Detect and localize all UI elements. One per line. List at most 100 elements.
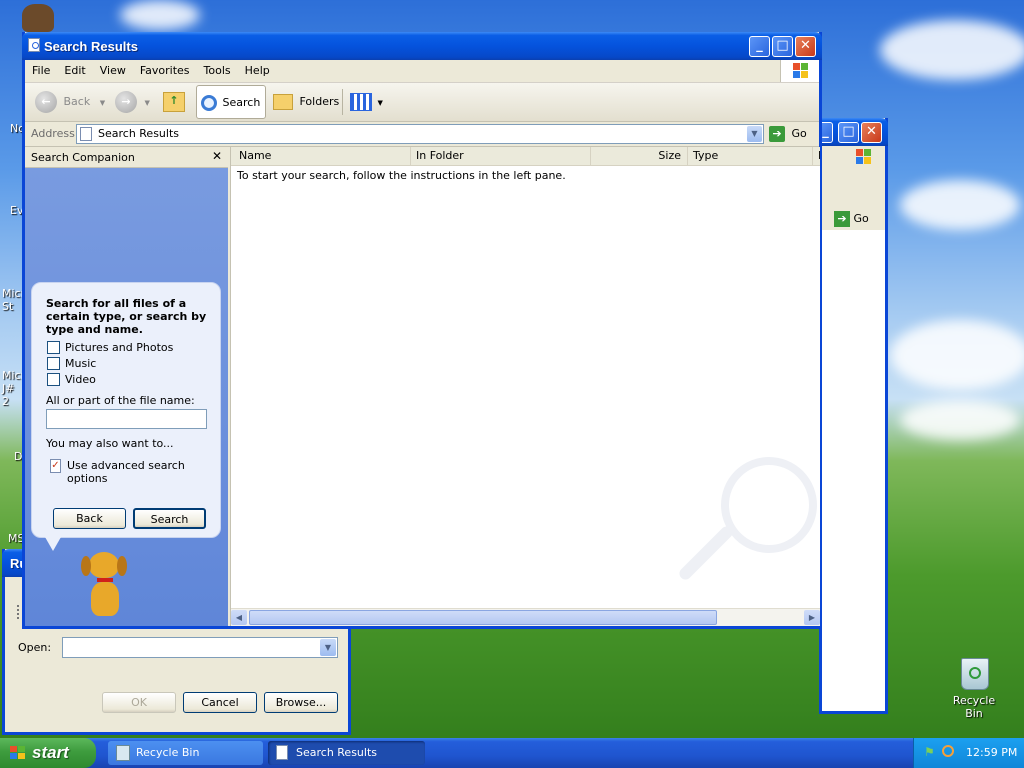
start-label: start (32, 743, 69, 762)
results-message: To start your search, follow the instruc… (237, 169, 566, 182)
column-name[interactable]: Name (231, 147, 411, 165)
scroll-left-button[interactable]: ◀ (231, 610, 247, 625)
search-label: Search (222, 96, 261, 109)
go-label: Go (791, 127, 807, 140)
back-label: Back (63, 95, 91, 108)
companion-back-button[interactable]: Back (53, 508, 126, 529)
column-date-partial[interactable]: D (813, 147, 820, 165)
address-label: Address (31, 127, 75, 140)
column-in-folder[interactable]: In Folder (411, 147, 591, 165)
search-assistant-dog[interactable] (77, 550, 133, 620)
menu-help[interactable]: Help (238, 60, 277, 82)
folders-icon (273, 94, 293, 110)
recycle-bin-icon (961, 658, 989, 690)
checkbox-pictures[interactable] (47, 341, 60, 354)
taskbar-item-label: Recycle Bin (136, 746, 200, 759)
window-titlebar[interactable]: Search Results _ □ ✕ (22, 32, 822, 60)
network-icon[interactable]: ⚑ (924, 745, 938, 759)
recycle-bin-icon (116, 745, 130, 761)
open-combobox[interactable]: ▼ (62, 637, 338, 658)
scroll-thumb[interactable] (249, 610, 717, 625)
recycle-bin-desktop-icon[interactable]: Recycle Bin (944, 656, 1004, 720)
magnifier-watermark-icon (721, 457, 817, 553)
background-window[interactable]: _ □ ✕ ➔ Go (819, 118, 888, 714)
background-window-titlebar[interactable]: _ □ ✕ (819, 118, 888, 146)
advanced-search-link[interactable]: Use advanced search options (67, 459, 187, 485)
clock[interactable]: 12:59 PM (966, 746, 1017, 759)
checkbox-video[interactable] (47, 373, 60, 386)
views-icon (350, 93, 372, 111)
go-button[interactable]: ➔ Go (834, 210, 869, 228)
up-folder-button[interactable]: ↑ (163, 88, 185, 116)
start-button[interactable]: start (0, 738, 96, 768)
close-button[interactable]: ✕ (795, 36, 816, 57)
go-button[interactable]: ➔ Go (769, 125, 807, 143)
checkbox-pictures-label[interactable]: Pictures and Photos (65, 341, 173, 354)
close-button[interactable]: ✕ (861, 122, 882, 143)
chevron-down-icon: ▼ (99, 99, 106, 107)
folders-label: Folders (299, 95, 340, 108)
column-type[interactable]: Type (688, 147, 813, 165)
browse-button[interactable]: Browse... (264, 692, 338, 713)
menu-view[interactable]: View (93, 60, 133, 82)
search-prompt: Search for all files of a certain type, … (46, 297, 207, 336)
search-companion-pane: Search Companion ✕ Search for all files … (25, 147, 228, 626)
companion-search-button[interactable]: Search (133, 508, 206, 529)
also-label: You may also want to... (46, 437, 174, 450)
magnifier-icon (201, 95, 217, 111)
minimize-button[interactable]: _ (749, 36, 770, 57)
search-tray-icon[interactable] (942, 745, 954, 757)
taskbar-item-search-results[interactable]: Search Results (268, 741, 425, 765)
address-combobox[interactable]: Search Results ▼ (76, 124, 764, 144)
cancel-button[interactable]: Cancel (183, 692, 257, 713)
windows-logo-icon (780, 60, 819, 82)
close-pane-icon[interactable]: ✕ (212, 149, 222, 163)
forward-button[interactable]: → ▼ (115, 88, 150, 116)
search-toolbar-button[interactable]: Search (196, 85, 266, 119)
menu-favorites[interactable]: Favorites (133, 60, 197, 82)
balloon-tail (45, 537, 61, 551)
address-bar: Address Search Results ▼ ➔ Go (25, 122, 819, 147)
folders-button[interactable]: Folders (273, 88, 339, 116)
system-tray: ⚑ 12:59 PM (913, 738, 1024, 768)
maximize-button[interactable]: □ (838, 122, 859, 143)
standard-toolbar: ← Back ▼ → ▼ ↑ Search Folders ▼ (25, 83, 819, 122)
address-value: Search Results (98, 127, 180, 140)
results-pane: Name In Folder Size Type D To start your… (230, 147, 820, 626)
menu-tools[interactable]: Tools (197, 60, 238, 82)
scroll-right-button[interactable]: ▶ (804, 610, 820, 625)
back-button[interactable]: ← Back ▼ (35, 88, 105, 116)
go-arrow-icon: ➔ (834, 211, 850, 227)
search-companion-header: Search Companion ✕ (25, 147, 228, 168)
checkbox-video-label[interactable]: Video (65, 373, 96, 386)
menu-bar: File Edit View Favorites Tools Help (25, 60, 819, 83)
windows-logo-icon (856, 149, 872, 165)
search-balloon: Search for all files of a certain type, … (31, 282, 221, 538)
desktop-icon-partial[interactable] (22, 4, 54, 32)
menu-edit[interactable]: Edit (57, 60, 92, 82)
views-button[interactable]: ▼ (350, 88, 383, 116)
open-input[interactable] (63, 638, 319, 656)
open-label: Open: (18, 641, 52, 654)
toolbar-separator (342, 89, 343, 115)
desktop-label[interactable]: Micr St (2, 287, 25, 313)
taskbar-item-recycle-bin[interactable]: Recycle Bin (108, 741, 263, 765)
desktop-label[interactable]: Micr J# 2 (2, 369, 25, 408)
advanced-search-icon[interactable]: ✓ (50, 459, 61, 473)
checkbox-music-label[interactable]: Music (65, 357, 96, 370)
horizontal-scrollbar[interactable]: ◀ ▶ (231, 608, 820, 626)
ok-button[interactable]: OK (102, 692, 176, 713)
search-window-icon (28, 38, 40, 52)
menu-file[interactable]: File (25, 60, 57, 82)
search-results-icon (276, 745, 288, 760)
column-size[interactable]: Size (591, 147, 688, 165)
recycle-bin-label: Recycle Bin (952, 694, 996, 720)
dropdown-arrow-icon[interactable]: ▼ (320, 639, 336, 656)
up-folder-icon: ↑ (163, 92, 185, 112)
checkbox-music[interactable] (47, 357, 60, 370)
dropdown-arrow-icon[interactable]: ▼ (747, 126, 762, 142)
magnifier-handle-watermark (677, 524, 735, 582)
search-results-window[interactable]: Search Results _ □ ✕ File Edit View Favorit… (22, 32, 822, 629)
filename-input[interactable] (46, 409, 207, 429)
maximize-button[interactable]: □ (772, 36, 793, 57)
